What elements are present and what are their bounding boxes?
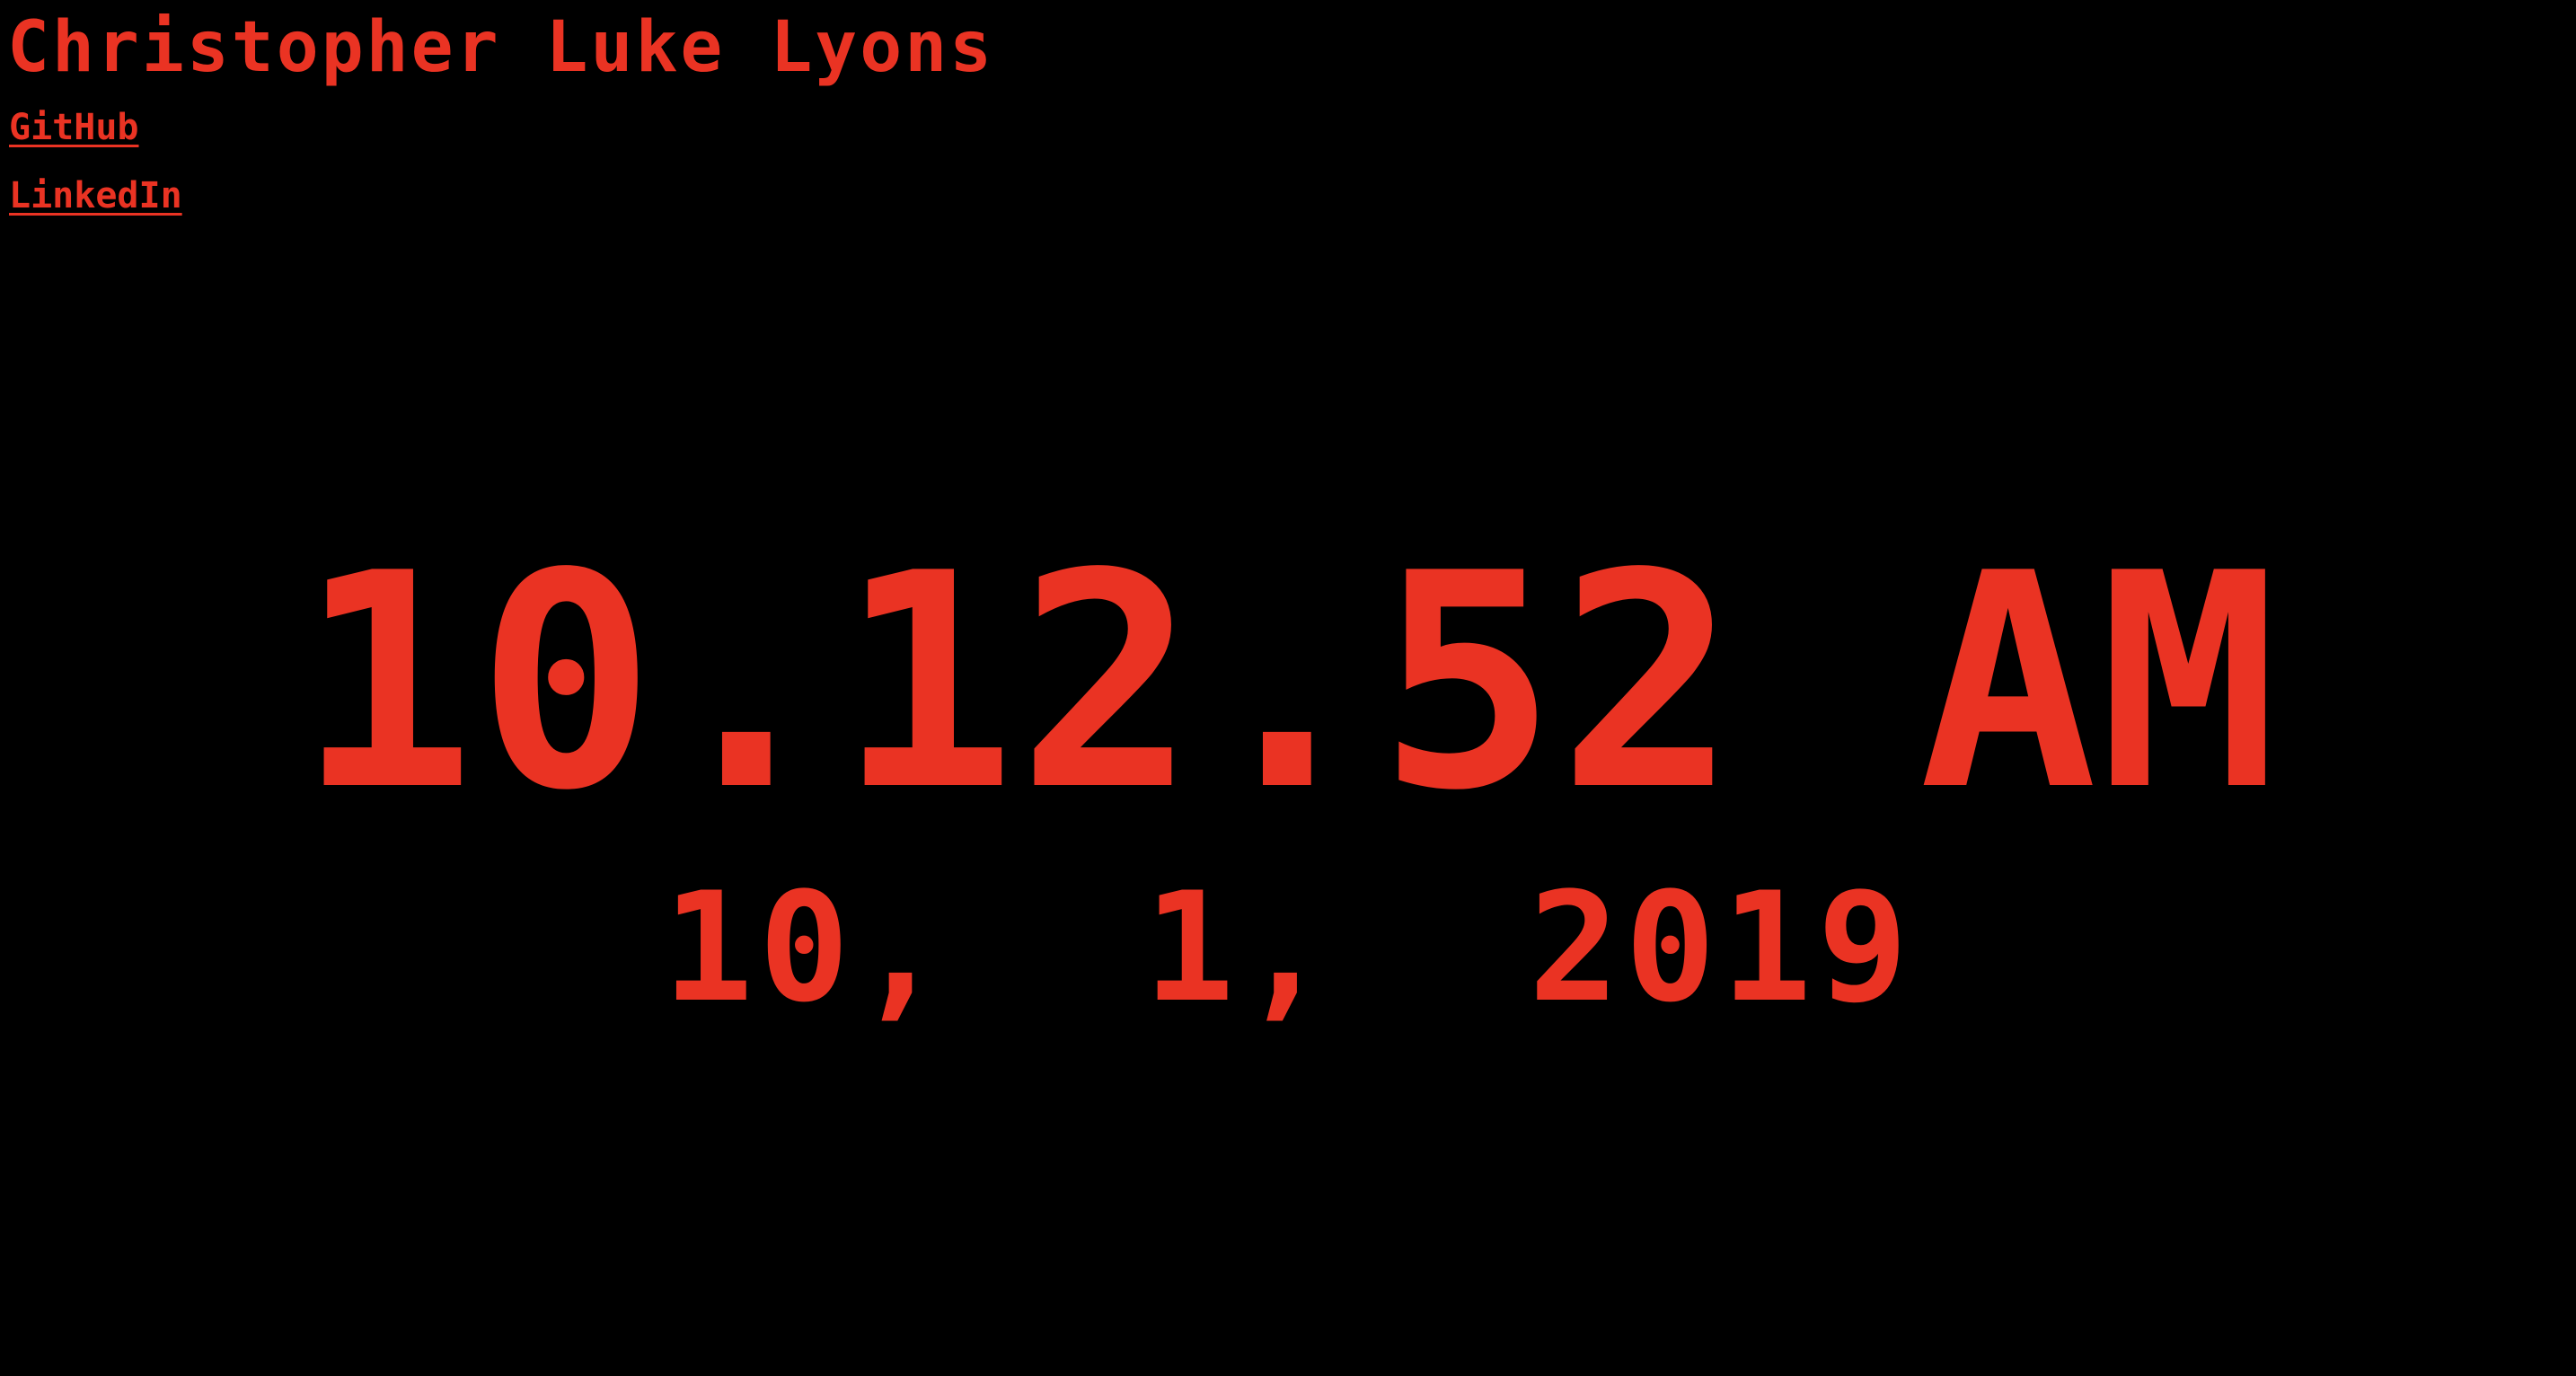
clock-time-display: 10.12.52 AM — [296, 510, 2280, 855]
owner-name-heading: Christopher Luke Lyons — [7, 7, 995, 88]
linkedin-link[interactable]: LinkedIn — [9, 174, 182, 217]
clock-date-display: 10, 1, 2019 — [662, 860, 1914, 1036]
github-link[interactable]: GitHub — [9, 106, 139, 149]
